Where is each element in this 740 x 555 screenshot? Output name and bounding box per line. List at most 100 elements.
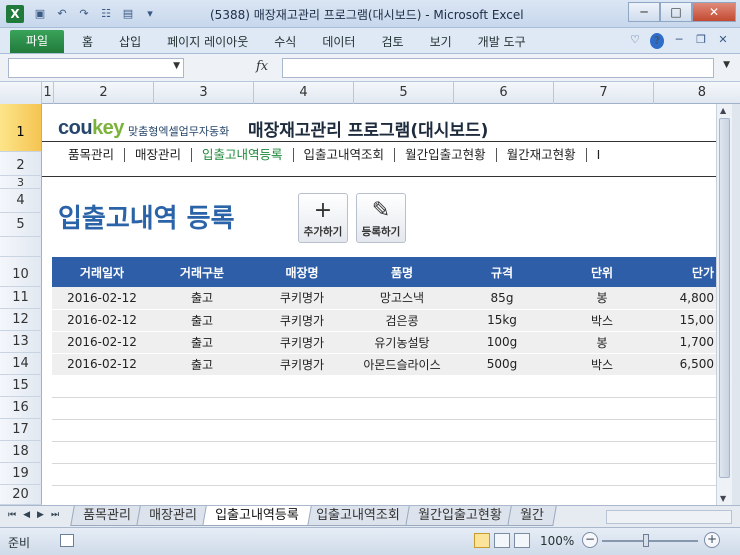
table-cell[interactable]: [252, 397, 352, 420]
table-cell[interactable]: 4,800: [652, 287, 716, 310]
scroll-thumb[interactable]: [719, 118, 730, 478]
vertical-scrollbar[interactable]: ▲ ▼: [716, 104, 732, 505]
table-cell[interactable]: [352, 397, 452, 420]
chevron-down-icon[interactable]: ▼: [173, 61, 180, 71]
row-header[interactable]: 19: [0, 463, 42, 485]
table-cell[interactable]: [452, 375, 552, 398]
table-cell[interactable]: [52, 485, 152, 505]
page-layout-view-icon[interactable]: [494, 533, 510, 548]
table-cell[interactable]: 쿠키명가: [252, 331, 352, 354]
next-sheet-icon[interactable]: ▶: [37, 510, 44, 520]
row-header[interactable]: 5: [0, 213, 42, 237]
row-header[interactable]: 16: [0, 397, 42, 419]
ribbon-tab[interactable]: 삽입: [119, 33, 141, 50]
zoom-slider[interactable]: [602, 540, 698, 542]
table-row[interactable]: 2016-02-12 출고 쿠키명가 망고스낵 85g 봉 4,800: [52, 287, 716, 310]
table-row[interactable]: [52, 441, 716, 464]
zoom-out-icon[interactable]: −: [582, 532, 598, 548]
table-cell[interactable]: [352, 463, 452, 486]
table-cell[interactable]: [352, 485, 452, 505]
workbook-restore-icon[interactable]: ❐: [694, 33, 708, 49]
row-header[interactable]: 13: [0, 331, 42, 353]
formula-input[interactable]: [282, 58, 714, 78]
column-header[interactable]: 7: [554, 82, 654, 104]
ribbon-tab[interactable]: 보기: [430, 33, 452, 50]
table-cell[interactable]: 아몬드슬라이스: [352, 353, 452, 376]
table-cell[interactable]: [252, 419, 352, 442]
table-cell[interactable]: [652, 441, 716, 464]
zoom-level[interactable]: 100%: [540, 534, 574, 548]
table-cell[interactable]: 쿠키명가: [252, 353, 352, 376]
table-cell[interactable]: 망고스낵: [352, 287, 452, 310]
workbook-minimize-icon[interactable]: ─: [672, 33, 686, 49]
row-header[interactable]: 10: [0, 257, 42, 287]
table-row[interactable]: 2016-02-12 출고 쿠키명가 검은콩 15kg 박스 15,00: [52, 309, 716, 332]
table-cell[interactable]: [552, 419, 652, 442]
table-cell[interactable]: 출고: [152, 309, 252, 332]
table-cell[interactable]: [452, 397, 552, 420]
table-cell[interactable]: [52, 375, 152, 398]
row-header[interactable]: 17: [0, 419, 42, 441]
table-cell[interactable]: [252, 485, 352, 505]
column-header[interactable]: 5: [354, 82, 454, 104]
row-header[interactable]: 2: [0, 152, 42, 176]
table-cell[interactable]: [652, 485, 716, 505]
table-cell[interactable]: [52, 441, 152, 464]
table-cell[interactable]: 출고: [152, 331, 252, 354]
horizontal-scrollbar[interactable]: [606, 510, 732, 524]
scroll-up-icon[interactable]: ▲: [720, 106, 726, 115]
table-cell[interactable]: [152, 485, 252, 505]
table-cell[interactable]: [352, 419, 452, 442]
page-break-view-icon[interactable]: [514, 533, 530, 548]
table-cell[interactable]: [152, 375, 252, 398]
workbook-close-icon[interactable]: ✕: [716, 33, 730, 49]
table-cell[interactable]: [552, 485, 652, 505]
table-row[interactable]: [52, 419, 716, 442]
expand-formula-icon[interactable]: ▼: [723, 60, 730, 70]
table-cell[interactable]: [352, 375, 452, 398]
table-cell[interactable]: 봉: [552, 331, 652, 354]
insert-function-button[interactable]: fx: [256, 59, 268, 74]
table-cell[interactable]: [552, 463, 652, 486]
row-header[interactable]: 1: [0, 104, 42, 152]
ribbon-minimize-icon[interactable]: ♡: [628, 33, 642, 49]
row-header[interactable]: 4: [0, 189, 42, 213]
row-header[interactable]: 12: [0, 309, 42, 331]
column-header[interactable]: 3: [154, 82, 254, 104]
table-cell[interactable]: 봉: [552, 287, 652, 310]
table-cell[interactable]: [152, 441, 252, 464]
sheet-tab[interactable]: 입출고내역등록: [201, 506, 312, 526]
normal-view-icon[interactable]: [474, 533, 490, 548]
table-cell[interactable]: [452, 485, 552, 505]
add-button[interactable]: + 추가하기: [298, 193, 348, 243]
table-cell[interactable]: [552, 397, 652, 420]
ribbon-tab[interactable]: 수식: [274, 33, 296, 50]
form-icon[interactable]: ☷: [98, 6, 114, 22]
nav-item[interactable]: 입출고내역등록: [192, 148, 294, 162]
table-cell[interactable]: [252, 463, 352, 486]
column-header[interactable]: 6: [454, 82, 554, 104]
table-cell[interactable]: 2016-02-12: [52, 331, 152, 354]
table-cell[interactable]: 출고: [152, 353, 252, 376]
column-header[interactable]: 1: [42, 82, 54, 104]
table-row[interactable]: 2016-02-12 출고 쿠키명가 유기농설탕 100g 봉 1,700: [52, 331, 716, 354]
table-cell[interactable]: [152, 419, 252, 442]
ribbon-tab[interactable]: 페이지 레이아웃: [167, 33, 248, 50]
table-cell[interactable]: [52, 419, 152, 442]
excel-app-icon[interactable]: X: [6, 5, 24, 23]
close-button[interactable]: ✕: [692, 2, 736, 22]
nav-item[interactable]: 월간입출고현황: [395, 148, 497, 162]
table-cell[interactable]: 출고: [152, 287, 252, 310]
zoom-in-icon[interactable]: +: [704, 532, 720, 548]
table-cell[interactable]: [652, 397, 716, 420]
table-cell[interactable]: [252, 441, 352, 464]
table-cell[interactable]: 쿠키명가: [252, 287, 352, 310]
table-cell[interactable]: 500g: [452, 353, 552, 376]
table-cell[interactable]: 2016-02-12: [52, 309, 152, 332]
nav-item[interactable]: 월간재고현황: [497, 148, 587, 162]
row-header[interactable]: 20: [0, 485, 42, 505]
column-header[interactable]: 4: [254, 82, 354, 104]
macro-record-icon[interactable]: [60, 534, 74, 547]
register-button[interactable]: ✎ 등록하기: [356, 193, 406, 243]
first-sheet-icon[interactable]: ⏮: [8, 510, 16, 520]
